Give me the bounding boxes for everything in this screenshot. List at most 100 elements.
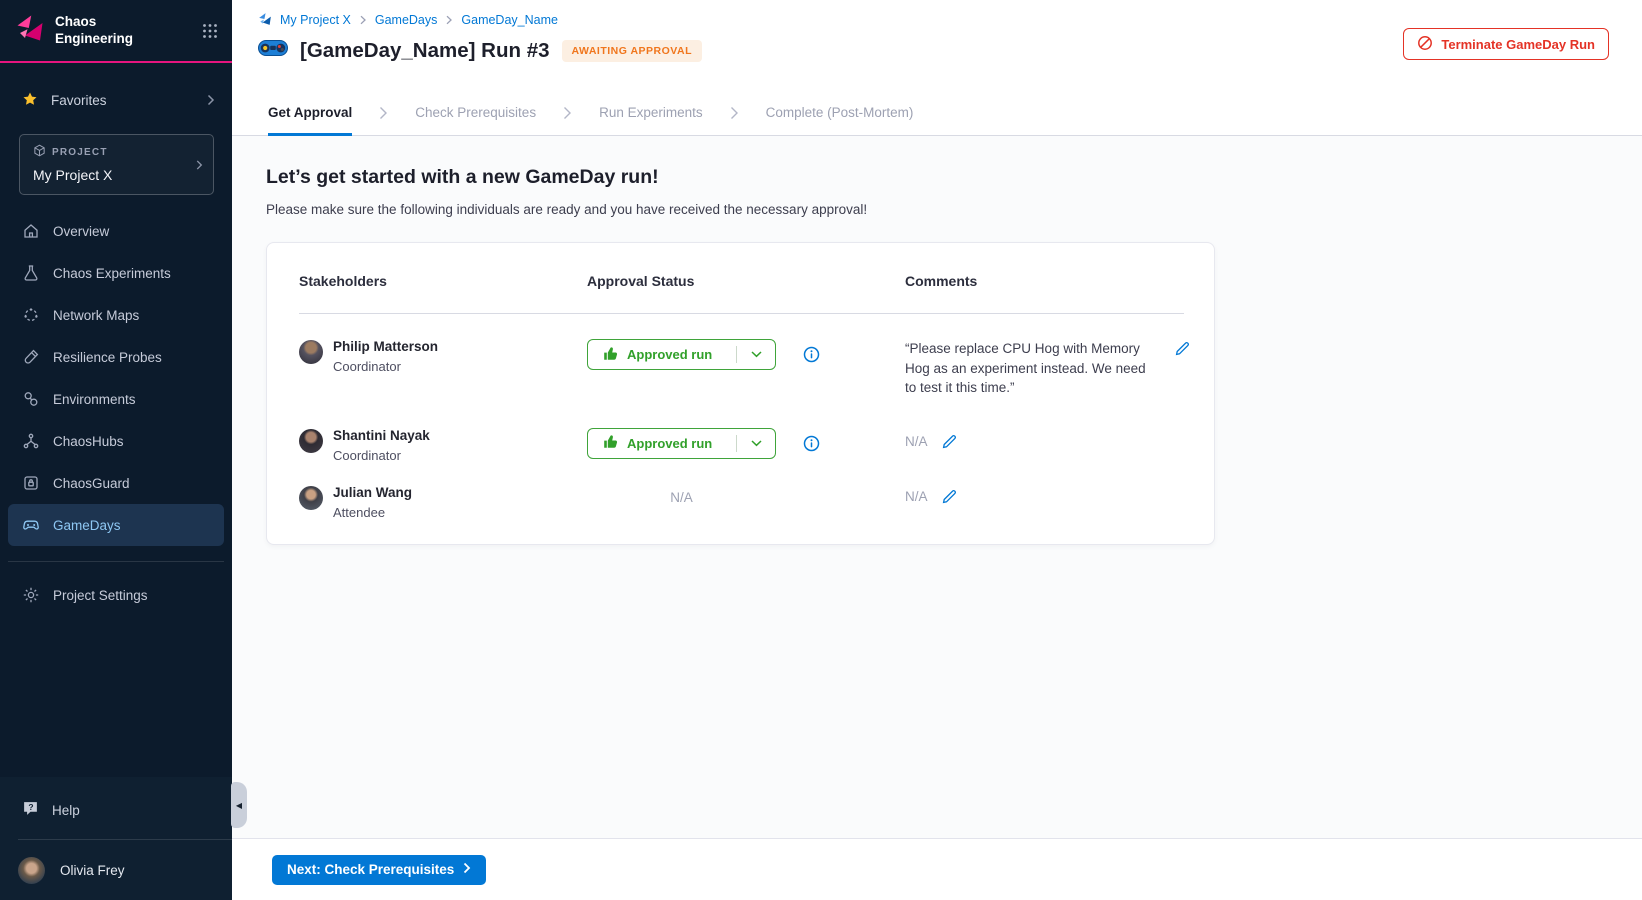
sidebar-item-project-settings[interactable]: Project Settings xyxy=(8,574,224,616)
chevron-right-icon xyxy=(359,15,367,25)
approval-status-label: Approved run xyxy=(627,347,712,362)
sidebar-item-chaoshubs[interactable]: ChaosHubs xyxy=(8,420,224,462)
chevron-down-icon xyxy=(737,351,775,358)
sidebar-item-chaos-experiments[interactable]: Chaos Experiments xyxy=(8,252,224,294)
svg-text:?: ? xyxy=(28,802,33,812)
table-row: Philip Matterson Coordinator Ap xyxy=(299,314,1184,398)
environments-icon xyxy=(22,390,40,408)
sidebar-item-overview[interactable]: Overview xyxy=(8,210,224,252)
probe-icon xyxy=(22,348,40,366)
star-icon xyxy=(22,91,38,110)
chevron-right-icon xyxy=(463,862,471,877)
next-check-prerequisites-button[interactable]: Next: Check Prerequisites xyxy=(272,855,486,885)
edit-comment-pencil-icon[interactable] xyxy=(942,434,957,449)
terminate-gameday-run-button[interactable]: Terminate GameDay Run xyxy=(1403,28,1609,60)
info-icon[interactable] xyxy=(803,346,820,363)
chevron-right-icon xyxy=(563,90,572,135)
comment-text: “Please replace CPU Hog with Memory Hog … xyxy=(905,339,1157,398)
chevron-down-icon xyxy=(737,440,775,447)
column-header-stakeholders: Stakeholders xyxy=(299,273,587,289)
breadcrumb-gameday-name-link[interactable]: GameDay_Name xyxy=(461,13,558,27)
nav-label: Project Settings xyxy=(53,588,148,603)
sidebar: Chaos Engineering Favorites xyxy=(0,0,232,900)
avatar xyxy=(299,340,323,364)
sidebar-item-environments[interactable]: Environments xyxy=(8,378,224,420)
table-header-row: Stakeholders Approval Status Comments xyxy=(299,273,1184,314)
nav-label: Network Maps xyxy=(53,308,139,323)
table-row: Julian Wang Attendee N/A N/A xyxy=(299,463,1184,520)
chaos-engineering-logo-icon xyxy=(15,13,45,48)
project-label: PROJECT xyxy=(52,147,108,158)
section-heading: Let’s get started with a new GameDay run… xyxy=(266,166,1642,189)
sidebar-footer: ? Help Olivia Frey xyxy=(0,777,232,900)
footer-action-bar: Next: Check Prerequisites xyxy=(232,838,1642,900)
sidebar-collapse-handle[interactable]: ◀ xyxy=(231,782,247,828)
page-title: [GameDay_Name] Run #3 xyxy=(300,39,550,63)
favorites-label: Favorites xyxy=(51,93,107,108)
prohibition-icon xyxy=(1417,35,1433,54)
module-switcher-icon[interactable] xyxy=(202,23,218,39)
chevron-right-icon xyxy=(195,159,204,171)
tab-run-experiments[interactable]: Run Experiments xyxy=(599,90,703,135)
table-row: Shantini Nayak Coordinator Appr xyxy=(299,398,1184,463)
sidebar-nav: Overview Chaos Experiments Ne xyxy=(0,210,232,546)
sidebar-item-help[interactable]: ? Help xyxy=(0,787,232,833)
next-button-label: Next: Check Prerequisites xyxy=(287,862,454,877)
avatar xyxy=(299,429,323,453)
chevron-right-icon xyxy=(379,90,388,135)
sidebar-item-chaosguard[interactable]: ChaosGuard xyxy=(8,462,224,504)
tab-get-approval[interactable]: Get Approval xyxy=(268,90,352,135)
breadcrumb-project-link[interactable]: My Project X xyxy=(280,13,351,27)
sidebar-item-network-maps[interactable]: Network Maps xyxy=(8,294,224,336)
page-header: My Project X GameDays GameDay_Name xyxy=(232,0,1642,90)
network-map-icon xyxy=(22,306,40,324)
comment-na-text: N/A xyxy=(905,489,928,504)
tab-check-prerequisites[interactable]: Check Prerequisites xyxy=(415,90,536,135)
chevron-left-icon: ◀ xyxy=(236,801,242,810)
approval-status-dropdown[interactable]: Approved run xyxy=(587,428,776,459)
chevron-right-icon xyxy=(445,15,453,25)
comment-na-text: N/A xyxy=(905,434,928,449)
nav-label: Environments xyxy=(53,392,136,407)
module-title: Chaos Engineering xyxy=(55,14,133,48)
nav-label: Chaos Experiments xyxy=(53,266,171,281)
chaos-mini-logo-icon xyxy=(258,12,272,29)
stakeholder-role: Coordinator xyxy=(333,359,438,374)
main-area: My Project X GameDays GameDay_Name xyxy=(232,0,1642,900)
sidebar-divider xyxy=(8,561,224,562)
column-header-approval-status: Approval Status xyxy=(587,273,905,289)
gameday-stepper: Get Approval Check Prerequisites Run Exp… xyxy=(232,90,1642,136)
stakeholder-name: Shantini Nayak xyxy=(333,428,430,443)
hub-icon xyxy=(22,432,40,450)
avatar xyxy=(299,486,323,510)
gamepad-emoji-icon xyxy=(258,37,288,64)
sidebar-item-favorites[interactable]: Favorites xyxy=(0,81,232,119)
home-icon xyxy=(22,222,40,240)
chevron-right-icon xyxy=(206,94,216,106)
gamepad-icon xyxy=(22,516,40,534)
guard-lock-icon xyxy=(22,474,40,492)
approval-status-label: Approved run xyxy=(627,436,712,451)
project-selector[interactable]: PROJECT My Project X xyxy=(19,134,214,195)
info-icon[interactable] xyxy=(803,435,820,452)
user-profile[interactable]: Olivia Frey xyxy=(0,840,232,900)
app-window: Chaos Engineering Favorites xyxy=(0,0,1642,900)
help-chat-icon: ? xyxy=(22,800,39,820)
sidebar-item-gamedays[interactable]: GameDays xyxy=(8,504,224,546)
tab-complete-post-mortem[interactable]: Complete (Post-Mortem) xyxy=(766,90,914,135)
stakeholder-name: Philip Matterson xyxy=(333,339,438,354)
user-name: Olivia Frey xyxy=(60,863,125,878)
approval-status-dropdown[interactable]: Approved run xyxy=(587,339,776,370)
nav-label: ChaosHubs xyxy=(53,434,124,449)
stakeholders-card: Stakeholders Approval Status Comments Ph… xyxy=(266,242,1215,545)
gear-icon xyxy=(22,586,40,604)
project-name: My Project X xyxy=(33,167,187,183)
breadcrumb-gamedays-link[interactable]: GameDays xyxy=(375,13,438,27)
edit-comment-pencil-icon[interactable] xyxy=(1175,341,1190,356)
help-label: Help xyxy=(52,803,80,818)
avatar xyxy=(18,857,45,884)
thumbs-up-icon xyxy=(603,434,618,452)
edit-comment-pencil-icon[interactable] xyxy=(942,489,957,504)
sidebar-item-resilience-probes[interactable]: Resilience Probes xyxy=(8,336,224,378)
section-subheading: Please make sure the following individua… xyxy=(266,202,1642,217)
